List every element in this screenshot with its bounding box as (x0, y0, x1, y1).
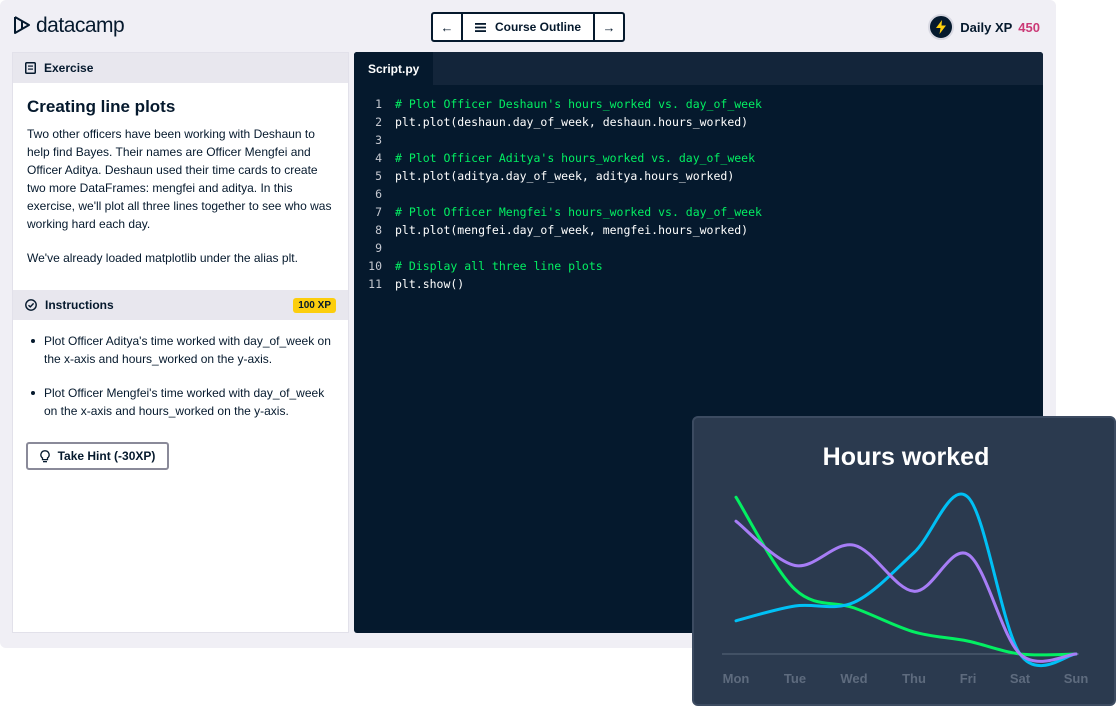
document-icon (25, 62, 36, 74)
chart-title: Hours worked (823, 443, 990, 471)
course-navigation: ← Course Outline → (431, 12, 625, 42)
chart-canvas: Hours worked Mon Tue Wed Thu Fri Sat Sun (722, 443, 1089, 686)
code-line[interactable]: 1 # Plot Officer Deshaun's hours_worked v… (354, 95, 1043, 113)
brand-name: datacamp (36, 14, 125, 37)
code-line[interactable]: 9 (354, 239, 1043, 257)
line-number: 11 (368, 277, 382, 291)
instructions-header: Instructions 100 XP (13, 290, 348, 320)
daily-xp[interactable]: Daily XP 450 (928, 14, 1040, 40)
instructions-header-label: Instructions (45, 298, 114, 312)
line-number: 5 (375, 169, 382, 183)
code-lines[interactable]: 1 # Plot Officer Deshaun's hours_worked v… (354, 95, 1043, 293)
code-comment: # Display all three line plots (395, 259, 603, 273)
exercise-header-label: Exercise (44, 61, 94, 75)
series-line-0 (734, 495, 1078, 657)
hours-worked-chart: Hours worked Mon Tue Wed Thu Fri Sat Sun (692, 416, 1116, 706)
series-line-2 (734, 519, 1078, 663)
arrow-left-icon: ← (440, 19, 454, 35)
arrow-right-icon: → (602, 19, 616, 35)
x-tick-label: Wed (840, 671, 867, 686)
code-comment: # Plot Officer Aditya's hours_worked vs.… (395, 151, 756, 165)
lightning-bolt-icon (928, 14, 955, 40)
code-comment: # Plot Officer Deshaun's hours_worked vs… (395, 97, 762, 111)
check-circle-icon (25, 299, 37, 311)
datacamp-mark-icon (14, 16, 30, 34)
lightbulb-icon (39, 449, 50, 462)
instructions-list: Plot Officer Aditya's time worked with d… (13, 320, 348, 420)
x-tick-label: Tue (784, 671, 806, 686)
chart-x-ticks: Mon Tue Wed Thu Fri Sat Sun (723, 671, 1089, 686)
exercise-body: Creating line plots Two other officers h… (13, 83, 348, 290)
line-number: 6 (375, 187, 382, 201)
top-bar: datacamp ← Course Outline → Daily XP 450 (0, 0, 1056, 52)
code-line[interactable]: 10 # Display all three line plots (354, 257, 1043, 275)
line-number: 4 (375, 151, 382, 165)
x-tick-label: Mon (723, 671, 750, 686)
editor-tab-bar: Script.py (354, 52, 1043, 85)
line-number: 8 (375, 223, 382, 237)
exercise-title: Creating line plots (27, 97, 176, 116)
x-tick-label: Fri (960, 671, 977, 686)
code-text: plt.plot(aditya.day_of_week, aditya.hour… (395, 169, 735, 183)
instruction-item: Plot Officer Mengfei's time worked with … (31, 384, 334, 420)
line-number: 10 (368, 259, 382, 273)
code-line[interactable]: 8 plt.plot(mengfei.day_of_week, mengfei.h… (354, 221, 1043, 239)
daily-xp-value: 450 (1018, 19, 1040, 35)
take-hint-button[interactable]: Take Hint (-30XP) (26, 442, 169, 470)
code-line[interactable]: 7 # Plot Officer Mengfei's hours_worked v… (354, 203, 1043, 221)
x-tick-label: Sun (1064, 671, 1089, 686)
exercise-paragraph: We've already loaded matplotlib under th… (27, 251, 298, 265)
code-line[interactable]: 3 (354, 131, 1043, 149)
code-text: plt.plot(deshaun.day_of_week, deshaun.ho… (395, 115, 749, 129)
exercise-panel: Exercise Creating line plots Two other o… (12, 52, 349, 633)
previous-exercise-button[interactable]: ← (433, 14, 461, 40)
line-number: 9 (375, 241, 382, 255)
code-line[interactable]: 11 plt.show() (354, 275, 1043, 293)
code-text: plt.show() (395, 277, 465, 291)
code-text: plt.plot(mengfei.day_of_week, mengfei.ho… (395, 223, 749, 237)
line-number: 1 (375, 97, 382, 111)
exercise-description: Two other officers have been working wit… (27, 125, 334, 267)
exercise-paragraph: Two other officers have been working wit… (27, 127, 332, 231)
code-line[interactable]: 5 plt.plot(aditya.day_of_week, aditya.hou… (354, 167, 1043, 185)
tab-script-py[interactable]: Script.py (354, 52, 434, 85)
xp-badge: 100 XP (293, 297, 336, 313)
x-tick-label: Sat (1010, 671, 1031, 686)
line-number: 2 (375, 115, 382, 129)
line-number: 7 (375, 205, 382, 219)
menu-icon (474, 22, 486, 32)
code-comment: # Plot Officer Mengfei's hours_worked vs… (395, 205, 762, 219)
instruction-item: Plot Officer Aditya's time worked with d… (31, 332, 334, 368)
take-hint-label: Take Hint (-30XP) (57, 449, 156, 463)
daily-xp-label: Daily XP (960, 19, 1013, 35)
line-number: 3 (375, 133, 382, 147)
chart-series (734, 492, 1078, 668)
next-exercise-button[interactable]: → (595, 14, 623, 40)
exercise-header: Exercise (13, 53, 348, 83)
x-tick-label: Thu (902, 671, 926, 686)
datacamp-logo[interactable]: datacamp (12, 14, 125, 38)
code-line[interactable]: 4 # Plot Officer Aditya's hours_worked vs… (354, 149, 1043, 167)
course-outline-button[interactable]: Course Outline (461, 14, 595, 40)
code-line[interactable]: 2 plt.plot(deshaun.day_of_week, deshaun.h… (354, 113, 1043, 131)
code-line[interactable]: 6 (354, 185, 1043, 203)
course-outline-label: Course Outline (494, 20, 581, 34)
